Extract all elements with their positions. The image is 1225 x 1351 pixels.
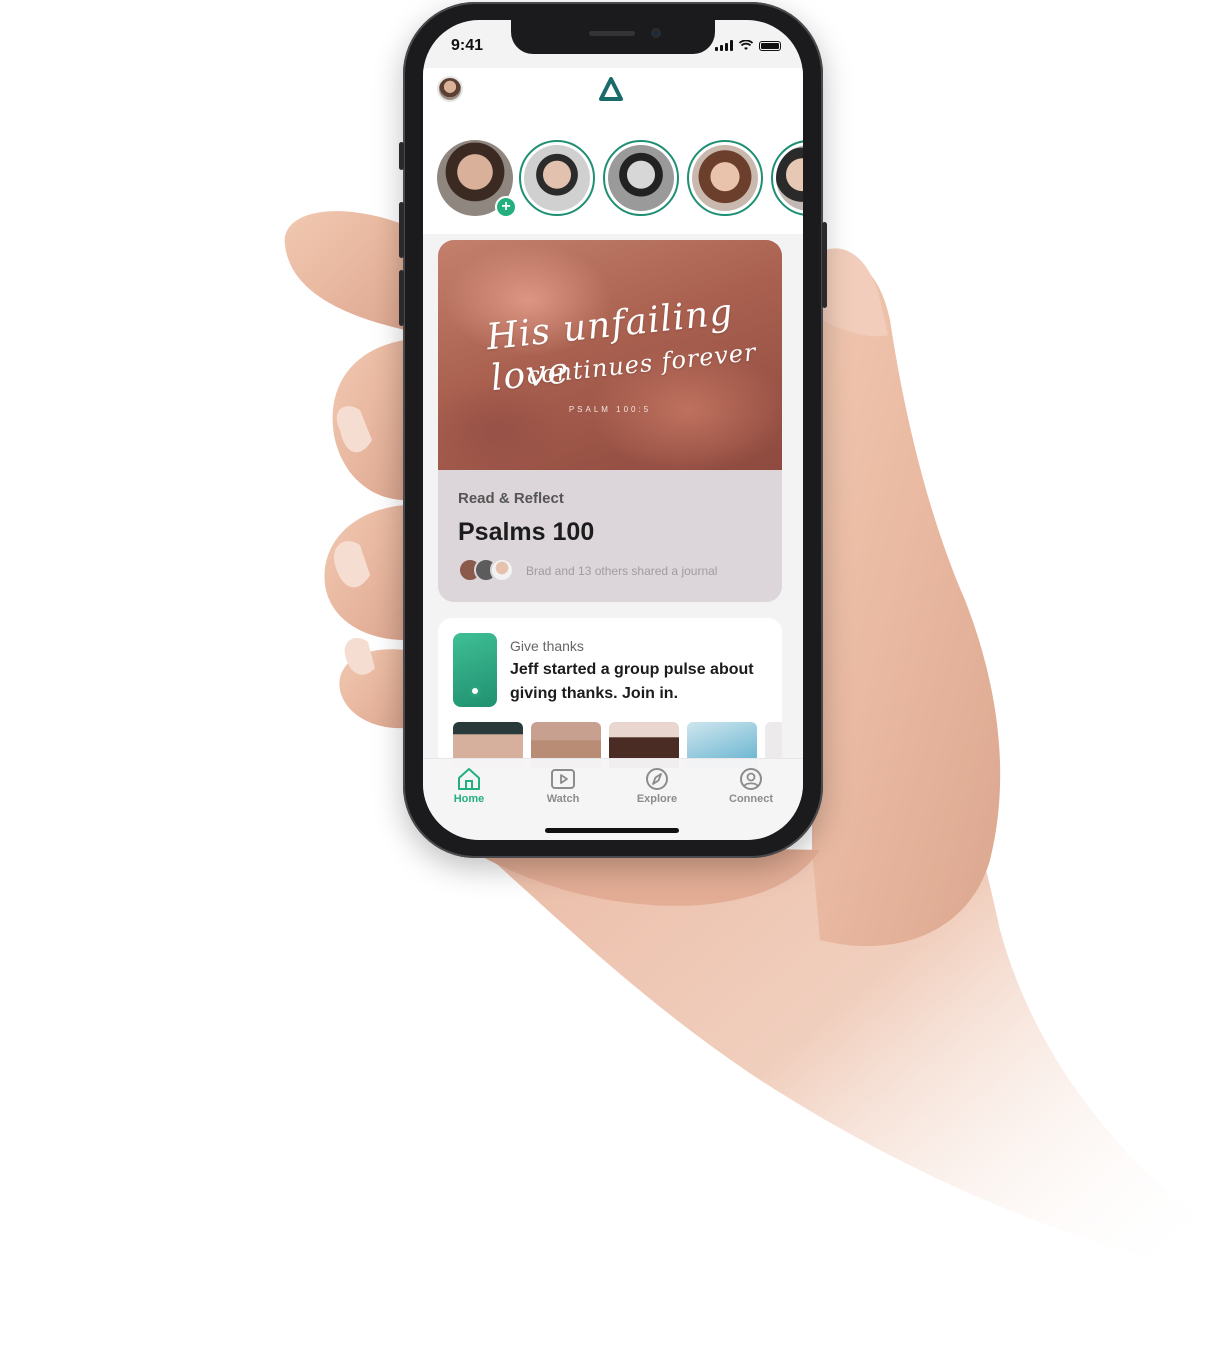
avatar <box>490 558 514 582</box>
home-icon <box>458 768 480 790</box>
user-circle-icon <box>740 768 762 790</box>
power-button <box>822 222 827 308</box>
avatar <box>608 145 674 211</box>
compass-icon <box>646 768 668 790</box>
pulse-thumbnail <box>453 633 497 707</box>
verse-image: His unfailing love continues forever PSA… <box>438 240 782 470</box>
card-meta: Brad and 13 others shared a journal <box>526 564 718 578</box>
avatar <box>776 145 803 211</box>
status-time: 9:41 <box>451 37 484 54</box>
tab-watch[interactable]: Watch <box>527 767 599 813</box>
story-avatar[interactable] <box>519 140 595 216</box>
story-avatar-partial[interactable] <box>771 140 803 216</box>
story-avatar-self[interactable]: + <box>437 140 517 218</box>
tab-home[interactable]: Home <box>433 767 505 813</box>
pulse-text: Jeff started a group pulse about giving … <box>510 661 754 702</box>
triangle-logo-icon <box>599 77 623 101</box>
avatar-stack <box>458 558 522 582</box>
top-bar <box>423 68 803 108</box>
read-reflect-card[interactable]: His unfailing love continues forever PSA… <box>438 240 782 602</box>
tab-label: Watch <box>546 793 580 805</box>
home-indicator <box>545 828 679 833</box>
tab-label: Connect <box>729 793 773 805</box>
card-kicker: Read & Reflect <box>458 490 564 507</box>
avatar <box>692 145 758 211</box>
group-pulse-card[interactable]: Give thanks Jeff started a group pulse a… <box>438 618 782 768</box>
pulse-kicker: Give thanks <box>510 638 584 654</box>
verse-reference: PSALM 100:5 <box>568 405 652 414</box>
profile-avatar[interactable] <box>437 76 463 102</box>
speaker <box>589 31 635 36</box>
front-camera <box>651 28 661 38</box>
stories-bar: + <box>423 108 803 234</box>
play-icon <box>551 769 575 789</box>
signal-icon <box>715 40 733 51</box>
mute-switch <box>399 142 404 170</box>
story-avatar[interactable] <box>687 140 763 216</box>
wifi-icon <box>739 40 753 50</box>
volume-up-button <box>399 202 404 258</box>
battery-icon <box>759 40 781 51</box>
avatar <box>524 145 590 211</box>
story-avatar[interactable] <box>603 140 679 216</box>
tab-explore[interactable]: Explore <box>621 767 693 813</box>
card-title: Psalms 100 <box>458 518 595 546</box>
phone-device: 9:41 + His unfailing love continues fore… <box>399 2 827 858</box>
tab-label: Home <box>453 793 485 805</box>
status-icons <box>715 40 781 51</box>
card-body: Read & Reflect Psalms 100 Brad and 13 ot… <box>438 470 782 602</box>
tab-label: Explore <box>636 793 678 805</box>
tab-connect[interactable]: Connect <box>715 767 787 813</box>
volume-down-button <box>399 270 404 326</box>
app-screen: 9:41 + His unfailing love continues fore… <box>423 20 803 840</box>
record-dot-icon <box>469 685 481 697</box>
notch <box>511 20 715 54</box>
add-story-icon[interactable]: + <box>495 196 517 218</box>
